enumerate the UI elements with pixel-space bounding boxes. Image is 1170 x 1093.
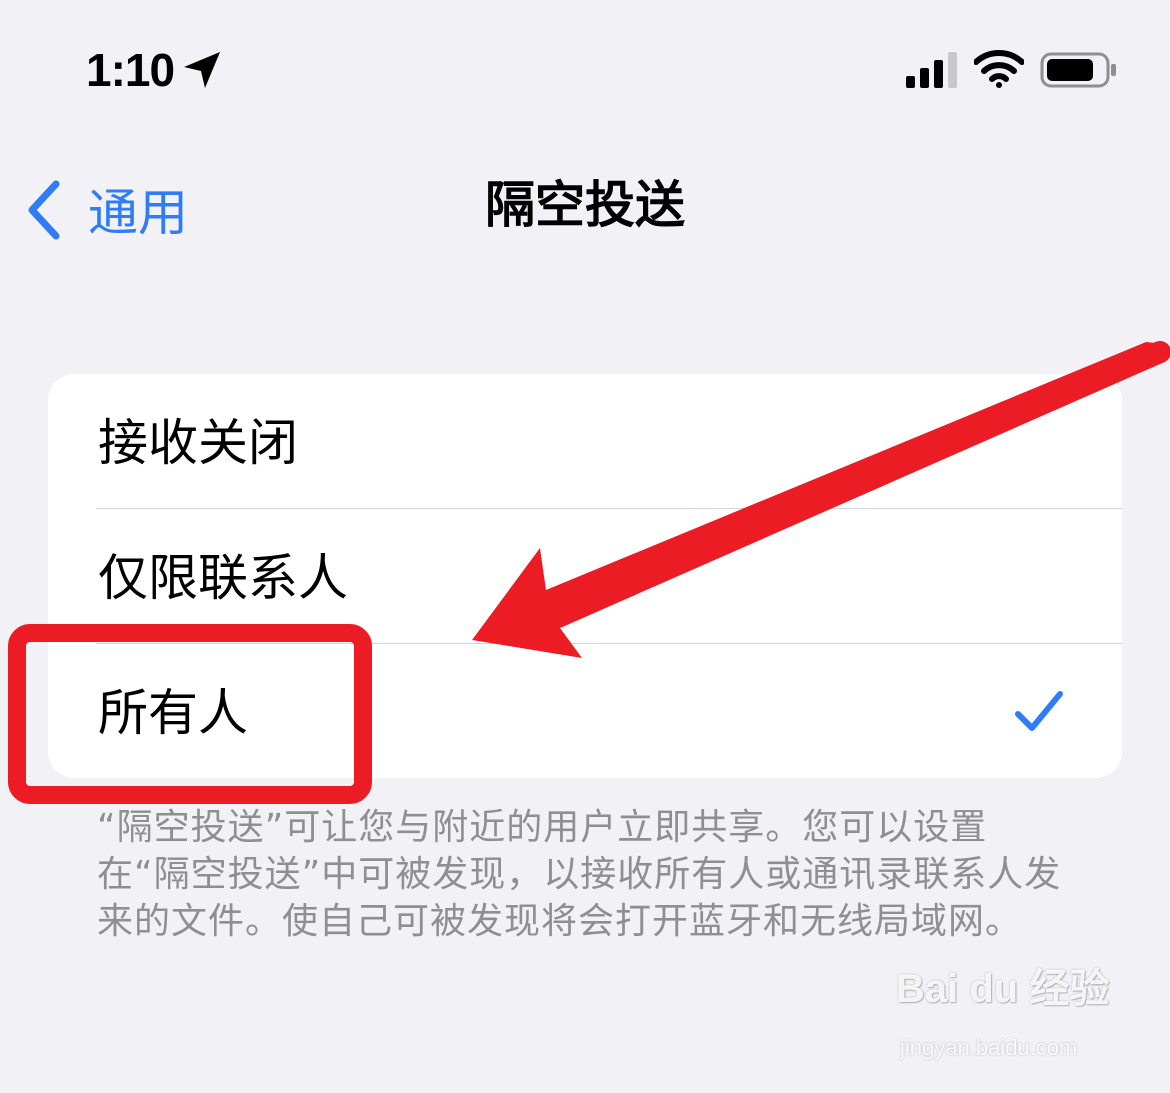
wifi-icon (974, 50, 1024, 88)
cellular-signal-icon (906, 52, 957, 88)
baidu-watermark: Bai du 经验 jingyan.baidu.com (896, 964, 1116, 1074)
option-contacts-only[interactable]: 仅限联系人 (48, 509, 1122, 644)
airdrop-options-list: 接收关闭 仅限联系人 所有人 (48, 374, 1122, 778)
back-button-label: 通用 (88, 184, 188, 242)
location-arrow-icon (184, 52, 220, 88)
option-label: 仅限联系人 (98, 549, 348, 607)
checkmark-icon (1015, 691, 1063, 731)
footer-description: “隔空投送”可让您与附近的用户立即共享。您可以设置在“隔空投送”中可被发现，以接… (97, 807, 1062, 942)
chevron-left-icon (28, 180, 60, 240)
option-label: 接收关闭 (98, 414, 298, 472)
battery-icon (1040, 52, 1116, 88)
watermark-url: jingyan.baidu.com (900, 1035, 1078, 1060)
option-everyone[interactable]: 所有人 (48, 644, 1122, 778)
option-receiving-off[interactable]: 接收关闭 (48, 374, 1122, 509)
status-time: 1:10 (86, 44, 175, 96)
watermark-logo: Bai du 经验 (896, 967, 1110, 1011)
navigation-bar: 隔空投送 通用 (0, 160, 1170, 250)
option-label: 所有人 (98, 684, 248, 742)
status-bar: 1:10 (0, 0, 1170, 140)
